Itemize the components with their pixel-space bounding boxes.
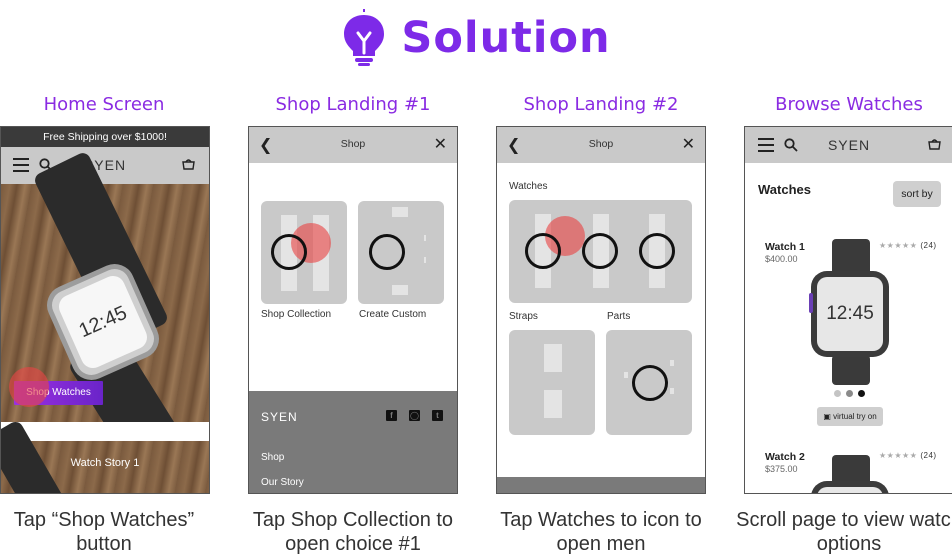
create-custom-tile[interactable] xyxy=(358,201,444,304)
star-rating-icon: ★★★★★ xyxy=(879,451,918,460)
solution-header: Solution xyxy=(0,2,952,74)
shop-collection-tile[interactable] xyxy=(261,201,347,304)
footer-brand: SYEN xyxy=(261,410,298,424)
create-custom-label[interactable]: Create Custom xyxy=(359,309,426,320)
column-title-home: Home Screen xyxy=(43,94,165,115)
page-title: Solution xyxy=(401,13,611,63)
browse-nav-bar: SYEN xyxy=(745,127,952,163)
watch-story-card[interactable]: Watch Story 1 xyxy=(1,419,209,493)
parts-tile[interactable] xyxy=(606,330,692,435)
tile-part-shape xyxy=(392,285,408,295)
brand-logo[interactable]: SYEN xyxy=(745,137,952,153)
close-icon[interactable]: ✕ xyxy=(682,134,695,154)
straps-section-label: Straps xyxy=(509,311,538,322)
virtual-try-on-button[interactable]: ▣ virtual try on xyxy=(817,407,883,426)
watch-1-review-count: (24) xyxy=(920,241,937,250)
watch-crown xyxy=(809,293,813,313)
home-screen-mockup: Free Shipping over $1000! SYEN 12:45 Sho… xyxy=(0,126,210,494)
shop-nav-bar: ❮ Shop ✕ xyxy=(249,127,457,163)
watch-ring-icon xyxy=(525,233,561,269)
shop-landing-2-mockup: ❮ Shop ✕ Watches Straps Parts xyxy=(496,126,706,494)
footer-link-shop[interactable]: Shop xyxy=(261,452,284,463)
shop-nav-bar: ❮ Shop ✕ xyxy=(497,127,705,163)
watch-story-label: Watch Story 1 xyxy=(70,457,140,469)
shop-collection-label[interactable]: Shop Collection xyxy=(261,309,331,320)
watches-tile[interactable] xyxy=(509,200,692,303)
instagram-icon[interactable]: ◯ xyxy=(409,410,420,421)
shop-title: Shop xyxy=(340,138,366,150)
carousel-dot-3[interactable] xyxy=(858,390,865,397)
virtual-try-on-label: virtual try on xyxy=(833,412,877,421)
tile-strap-shape xyxy=(544,344,562,372)
home-nav-bar: SYEN xyxy=(1,147,209,184)
tile-part-shape xyxy=(424,257,426,263)
section-divider xyxy=(1,422,209,441)
watch-ring-icon xyxy=(271,234,307,270)
watch-ring-icon xyxy=(369,234,405,270)
close-icon[interactable]: ✕ xyxy=(434,134,447,154)
watch-1-strap-top xyxy=(832,239,870,275)
camera-icon: ▣ xyxy=(823,412,831,421)
caption-browse: Scroll page to view watch options xyxy=(736,509,952,555)
column-title-shop-1: Shop Landing #1 xyxy=(275,94,431,115)
footer-strip xyxy=(497,477,705,493)
tile-strap-shape xyxy=(544,390,562,418)
site-footer: SYEN f ◯ t Shop Our Story xyxy=(249,391,457,493)
cart-icon[interactable] xyxy=(928,139,941,150)
watch-1-name[interactable]: Watch 1 xyxy=(765,241,805,253)
caption-home: Tap “Shop Watches” button xyxy=(13,509,195,555)
tile-part-shape xyxy=(392,207,408,217)
twitter-icon[interactable]: t xyxy=(432,410,443,421)
tile-part-shape xyxy=(670,360,674,366)
shipping-banner: Free Shipping over $1000! xyxy=(1,127,209,147)
watch-ring-icon xyxy=(639,233,675,269)
watch-2-case[interactable] xyxy=(811,481,889,493)
parts-section-label: Parts xyxy=(607,311,631,322)
tile-part-shape xyxy=(624,372,628,378)
watch-2-review-count: (24) xyxy=(920,451,937,460)
brand-logo[interactable]: SYEN xyxy=(1,157,209,173)
watch-1-price: $400.00 xyxy=(765,254,798,264)
facebook-icon[interactable]: f xyxy=(386,410,397,421)
tap-indicator xyxy=(9,367,49,407)
carousel-dot-1[interactable] xyxy=(834,390,841,397)
hero-watch-time: 12:45 xyxy=(55,272,151,372)
sort-by-button[interactable]: sort by xyxy=(893,181,941,207)
caption-shop-1: Tap Shop Collection to open choice #1 xyxy=(252,509,454,555)
column-title-shop-2: Shop Landing #2 xyxy=(523,94,679,115)
tile-part-shape xyxy=(670,388,674,394)
lightbulb-icon xyxy=(344,9,385,66)
tile-part-shape xyxy=(424,235,426,241)
caption-shop-2: Tap Watches to icon to open men xyxy=(500,509,702,555)
watch-1-case[interactable]: 12:45 xyxy=(811,271,889,357)
footer-link-our-story[interactable]: Our Story xyxy=(261,477,304,488)
watch-2-name[interactable]: Watch 2 xyxy=(765,451,805,463)
shop-landing-1-mockup: ❮ Shop ✕ Shop Collection Create Custom S… xyxy=(248,126,458,494)
browse-title: Watches xyxy=(758,182,811,197)
browse-watches-mockup: SYEN Watches sort by Watch 1 $400.00 ★★★… xyxy=(744,126,952,494)
straps-tile[interactable] xyxy=(509,330,595,435)
watch-ring-icon xyxy=(582,233,618,269)
star-rating-icon: ★★★★★ xyxy=(879,241,918,250)
watches-section-label: Watches xyxy=(509,181,548,192)
watch-1-time: 12:45 xyxy=(817,277,883,351)
shop-title: Shop xyxy=(588,138,614,150)
watch-1-strap-bottom xyxy=(832,355,870,385)
watch-2-screen xyxy=(817,487,883,493)
watch-2-price: $375.00 xyxy=(765,464,798,474)
cart-icon[interactable] xyxy=(182,159,195,170)
watch-2-rating: ★★★★★ (24) xyxy=(879,451,937,460)
column-title-browse: Browse Watches xyxy=(775,94,923,115)
watch-1-rating: ★★★★★ (24) xyxy=(879,241,937,250)
watch-ring-icon xyxy=(632,365,668,401)
carousel-dot-2[interactable] xyxy=(846,390,853,397)
